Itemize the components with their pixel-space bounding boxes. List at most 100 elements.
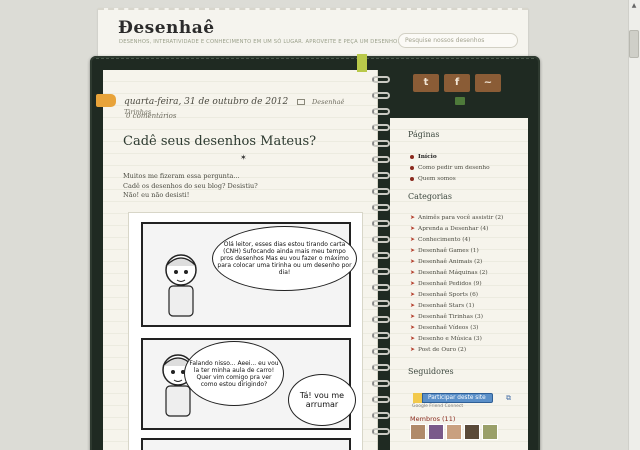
ring-icon (372, 396, 390, 403)
ring-icon (372, 76, 390, 83)
avatar[interactable] (446, 424, 462, 440)
search-input[interactable]: Pesquise nossos desenhos (398, 33, 518, 48)
ring-icon (372, 332, 390, 339)
ring-icon (372, 428, 390, 435)
category-link[interactable]: ➤ Desenhaê Tirinhas (3) (410, 311, 503, 322)
spiral-binding (372, 76, 392, 450)
post-body-line: Cadê os desenhos do seu blog? Desistiu? (123, 181, 258, 190)
categories-list: ➤ Animês para você assistir (2) ➤ Aprenda … (410, 212, 503, 355)
arrow-icon: ➤ (410, 236, 416, 243)
category-link[interactable]: ➤ Desenhaê Máquinas (2) (410, 267, 503, 278)
gfc-settings-icon[interactable]: ⧉ (506, 394, 511, 403)
category-link[interactable]: ➤ Post de Ouro (2) (410, 344, 503, 355)
ring-icon (372, 236, 390, 243)
bullet-icon (410, 154, 414, 159)
ring-icon (372, 348, 390, 355)
category-link[interactable]: ➤ Desenhaê Pedidos (9) (410, 278, 503, 289)
arrow-icon: ➤ (410, 324, 416, 331)
arrow-icon: ➤ (410, 346, 416, 353)
rss-icon[interactable]: ~ (475, 74, 501, 92)
post-body-line: Muitos me fizeram essa pergunta... (123, 172, 240, 180)
ring-icon (372, 380, 390, 387)
page: Ðesenhaê DESENHOS, INTERATIVIDADE E CONH… (0, 0, 640, 450)
arrow-icon: ➤ (410, 335, 416, 342)
arrow-icon: ➤ (410, 291, 416, 298)
post-date: quarta-feira, 31 de outubro de 2012 (124, 97, 289, 107)
site-logo[interactable]: Ðesenhaê (118, 18, 215, 38)
avatar[interactable] (464, 424, 480, 440)
category-link[interactable]: ➤ Desenhaê Stars (1) (410, 300, 503, 311)
bookmark-ribbon (357, 54, 367, 72)
twitter-icon[interactable]: t (413, 74, 439, 92)
folder-icon (296, 99, 305, 105)
arrow-icon: ➤ (410, 225, 416, 232)
follow-button[interactable]: Participar deste site (413, 393, 493, 403)
avatar[interactable] (410, 424, 426, 440)
arrow-icon: ➤ (410, 247, 416, 254)
window-scrollbar[interactable] (628, 0, 640, 450)
category-link[interactable]: ➤ Desenho e Música (3) (410, 333, 503, 344)
avatar[interactable] (482, 424, 498, 440)
post-body-line: Não! eu não desisti! (123, 191, 190, 199)
arrow-icon: ➤ (410, 258, 416, 265)
post-marker-tab (96, 94, 116, 107)
comments-link[interactable]: 0 comentários (126, 112, 176, 120)
ring-icon (372, 124, 390, 131)
pages-heading: Páginas (408, 130, 440, 139)
ring-icon (372, 252, 390, 259)
post-body: Muitos me fizeram essa pergunta... Cadê … (123, 172, 353, 201)
character-drawing (165, 254, 197, 317)
speech-bubble: Olá leitor, esses dias estou tirando car… (212, 226, 357, 291)
ring-icon (372, 412, 390, 419)
page-link-quem-somos[interactable]: Quem somos (410, 174, 490, 185)
category-link[interactable]: ➤ Desenhaê Vídeos (3) (410, 322, 503, 333)
category-link[interactable]: ➤ Desenhaê Sports (6) (410, 289, 503, 300)
scroll-up-arrow-icon[interactable]: ▲ (629, 1, 639, 11)
ring-icon (372, 204, 390, 211)
page-link-como-pedir[interactable]: Como pedir um desenho (410, 163, 490, 174)
facebook-icon[interactable]: f (444, 74, 470, 92)
speech-bubble: Tá! vou me arrumar (288, 374, 356, 426)
ring-icon (372, 156, 390, 163)
speech-bubble: Falando nisso... Aeei... eu vou la ter m… (184, 341, 284, 406)
arrow-icon: ➤ (410, 313, 416, 320)
ring-icon (372, 140, 390, 147)
arrow-icon: ➤ (410, 269, 416, 276)
ring-icon (372, 300, 390, 307)
post-title[interactable]: Cadê seus desenhos Mateus? (123, 134, 316, 149)
category-link[interactable]: ➤ Desenhaê Animais (2) (410, 256, 503, 267)
gfc-label: Google Friend Connect (412, 404, 464, 409)
bullet-icon (410, 176, 414, 181)
scrollbar-thumb[interactable] (629, 30, 639, 58)
page-link-inicio[interactable]: Início (410, 152, 490, 163)
bullet-icon (410, 165, 414, 170)
pages-list: Início Como pedir um desenho Quem somos (410, 152, 490, 185)
avatar[interactable] (428, 424, 444, 440)
pin-icon (455, 97, 465, 105)
category-link[interactable]: ➤ Desenhaê Games (1) (410, 245, 503, 256)
ring-icon (372, 188, 390, 195)
category-link[interactable]: ➤ Conhecimento (4) (410, 234, 503, 245)
ring-icon (372, 172, 390, 179)
members-count: Membros (11) (410, 415, 456, 423)
google-friend-connect-icon (413, 393, 423, 403)
ring-icon (372, 92, 390, 99)
categories-heading: Categorias (408, 192, 453, 201)
comic-panel (141, 438, 351, 450)
ring-icon (372, 220, 390, 227)
followers-heading: Seguidores (408, 367, 454, 376)
arrow-icon: ➤ (410, 302, 416, 309)
binder-stitch (96, 58, 534, 68)
category-link[interactable]: ➤ Animês para você assistir (2) (410, 212, 503, 223)
ring-icon (372, 268, 390, 275)
arrow-icon: ➤ (410, 280, 416, 287)
ring-icon (372, 364, 390, 371)
ring-icon (372, 284, 390, 291)
arrow-icon: ➤ (410, 214, 416, 221)
site-tagline: DESENHOS, INTERATIVIDADE E CONHECIMENTO … (119, 39, 400, 45)
separator-star-icon: ✶ (240, 153, 247, 162)
ring-icon (372, 316, 390, 323)
ring-icon (372, 108, 390, 115)
category-link[interactable]: ➤ Aprenda a Desenhar (4) (410, 223, 503, 234)
site-header: Ðesenhaê DESENHOS, INTERATIVIDADE E CONH… (98, 8, 528, 56)
